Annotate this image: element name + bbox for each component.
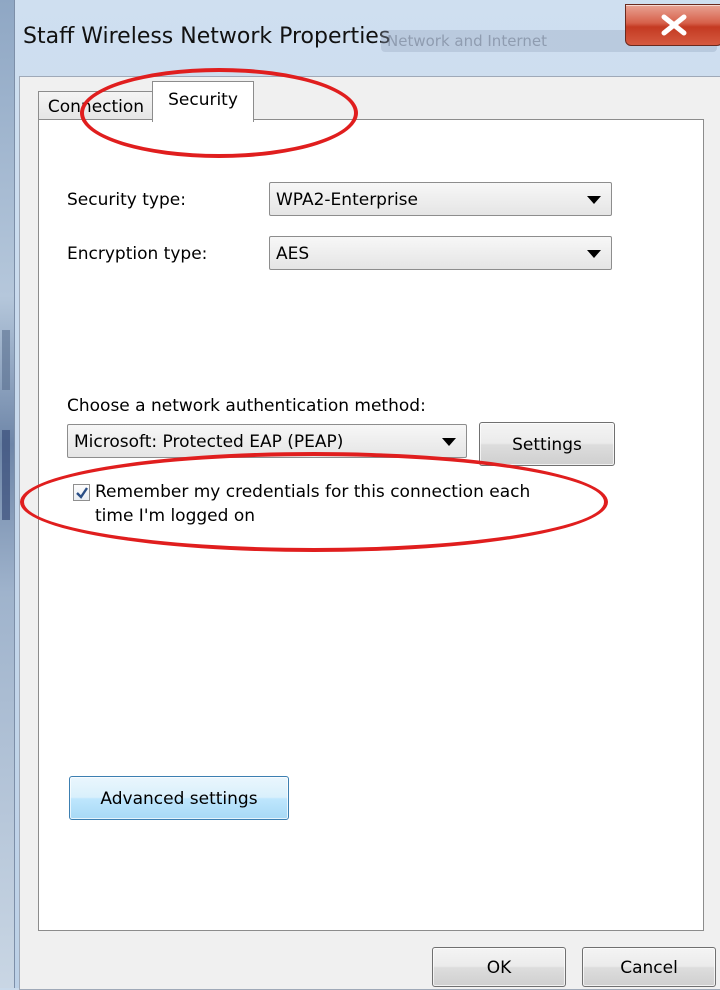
security-panel: Security type: WPA2-Enterprise Encryptio… — [38, 119, 704, 931]
dialog-content: Connection Security Security type: WPA2-… — [19, 76, 720, 990]
cancel-button[interactable]: Cancel — [582, 947, 716, 987]
encryption-type-label: Encryption type: — [67, 244, 208, 264]
auth-method-label: Choose a network authentication method: — [67, 396, 426, 416]
ok-button[interactable]: OK — [432, 947, 566, 987]
auth-method-select[interactable]: Microsoft: Protected EAP (PEAP) — [67, 424, 467, 458]
dropdown-arrow-icon — [587, 250, 601, 258]
remember-credentials-line2: time I'm logged on — [95, 506, 255, 526]
background-blur — [2, 330, 10, 390]
remember-credentials-label[interactable]: Remember my credentials for this connect… — [95, 480, 530, 528]
title-bar[interactable]: Staff Wireless Network Properties Networ… — [15, 0, 720, 80]
checkmark-icon — [76, 487, 88, 499]
advanced-settings-button[interactable]: Advanced settings — [69, 776, 289, 820]
dropdown-arrow-icon — [442, 438, 456, 446]
dropdown-arrow-icon — [587, 196, 601, 204]
tab-connection[interactable]: Connection — [38, 91, 154, 122]
background-blur — [2, 430, 10, 520]
close-icon — [661, 14, 687, 36]
window-title: Staff Wireless Network Properties — [23, 24, 391, 49]
tab-security[interactable]: Security — [152, 81, 254, 122]
background-window-edge — [0, 0, 14, 988]
auth-settings-button[interactable]: Settings — [479, 422, 615, 466]
properties-dialog: Staff Wireless Network Properties Networ… — [14, 0, 720, 990]
remember-credentials-line1: Remember my credentials for this connect… — [95, 482, 531, 502]
remember-credentials-checkbox[interactable] — [73, 484, 90, 501]
encryption-type-value: AES — [276, 244, 310, 264]
security-type-select[interactable]: WPA2-Enterprise — [269, 182, 612, 216]
security-type-value: WPA2-Enterprise — [276, 190, 419, 210]
auth-method-value: Microsoft: Protected EAP (PEAP) — [74, 432, 344, 452]
close-button[interactable] — [625, 4, 720, 46]
security-type-label: Security type: — [67, 190, 186, 210]
encryption-type-select[interactable]: AES — [269, 236, 612, 270]
